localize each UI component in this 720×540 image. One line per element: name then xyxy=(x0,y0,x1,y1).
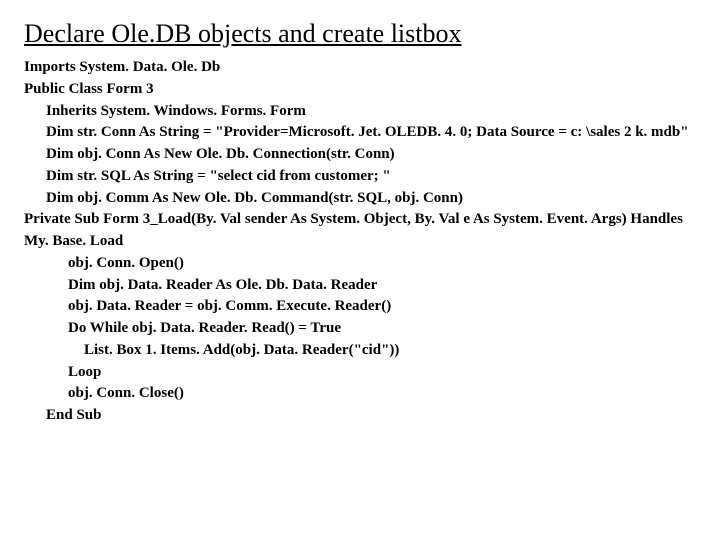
code-line: Imports System. Data. Ole. Db xyxy=(24,57,696,79)
code-line: Dim str. SQL As String = "select cid fro… xyxy=(24,166,696,188)
code-line: obj. Conn. Close() xyxy=(24,383,696,405)
code-line: Private Sub Form 3_Load(By. Val sender A… xyxy=(24,209,696,253)
code-line: obj. Data. Reader = obj. Comm. Execute. … xyxy=(24,296,696,318)
code-line: Dim str. Conn As String = "Provider=Micr… xyxy=(24,122,696,144)
code-line: End Sub xyxy=(24,405,696,427)
code-line: Do While obj. Data. Reader. Read() = Tru… xyxy=(24,318,696,340)
code-line: Dim obj. Comm As New Ole. Db. Command(st… xyxy=(24,188,696,210)
code-line: Public Class Form 3 xyxy=(24,79,696,101)
code-line: Inherits System. Windows. Forms. Form xyxy=(24,101,696,123)
page-title: Declare Ole.DB objects and create listbo… xyxy=(24,18,696,49)
code-line: Dim obj. Conn As New Ole. Db. Connection… xyxy=(24,144,696,166)
code-line: Dim obj. Data. Reader As Ole. Db. Data. … xyxy=(24,275,696,297)
code-line: obj. Conn. Open() xyxy=(24,253,696,275)
code-line: List. Box 1. Items. Add(obj. Data. Reade… xyxy=(24,340,696,362)
code-block: Imports System. Data. Ole. DbPublic Clas… xyxy=(24,57,696,427)
code-line: Loop xyxy=(24,362,696,384)
